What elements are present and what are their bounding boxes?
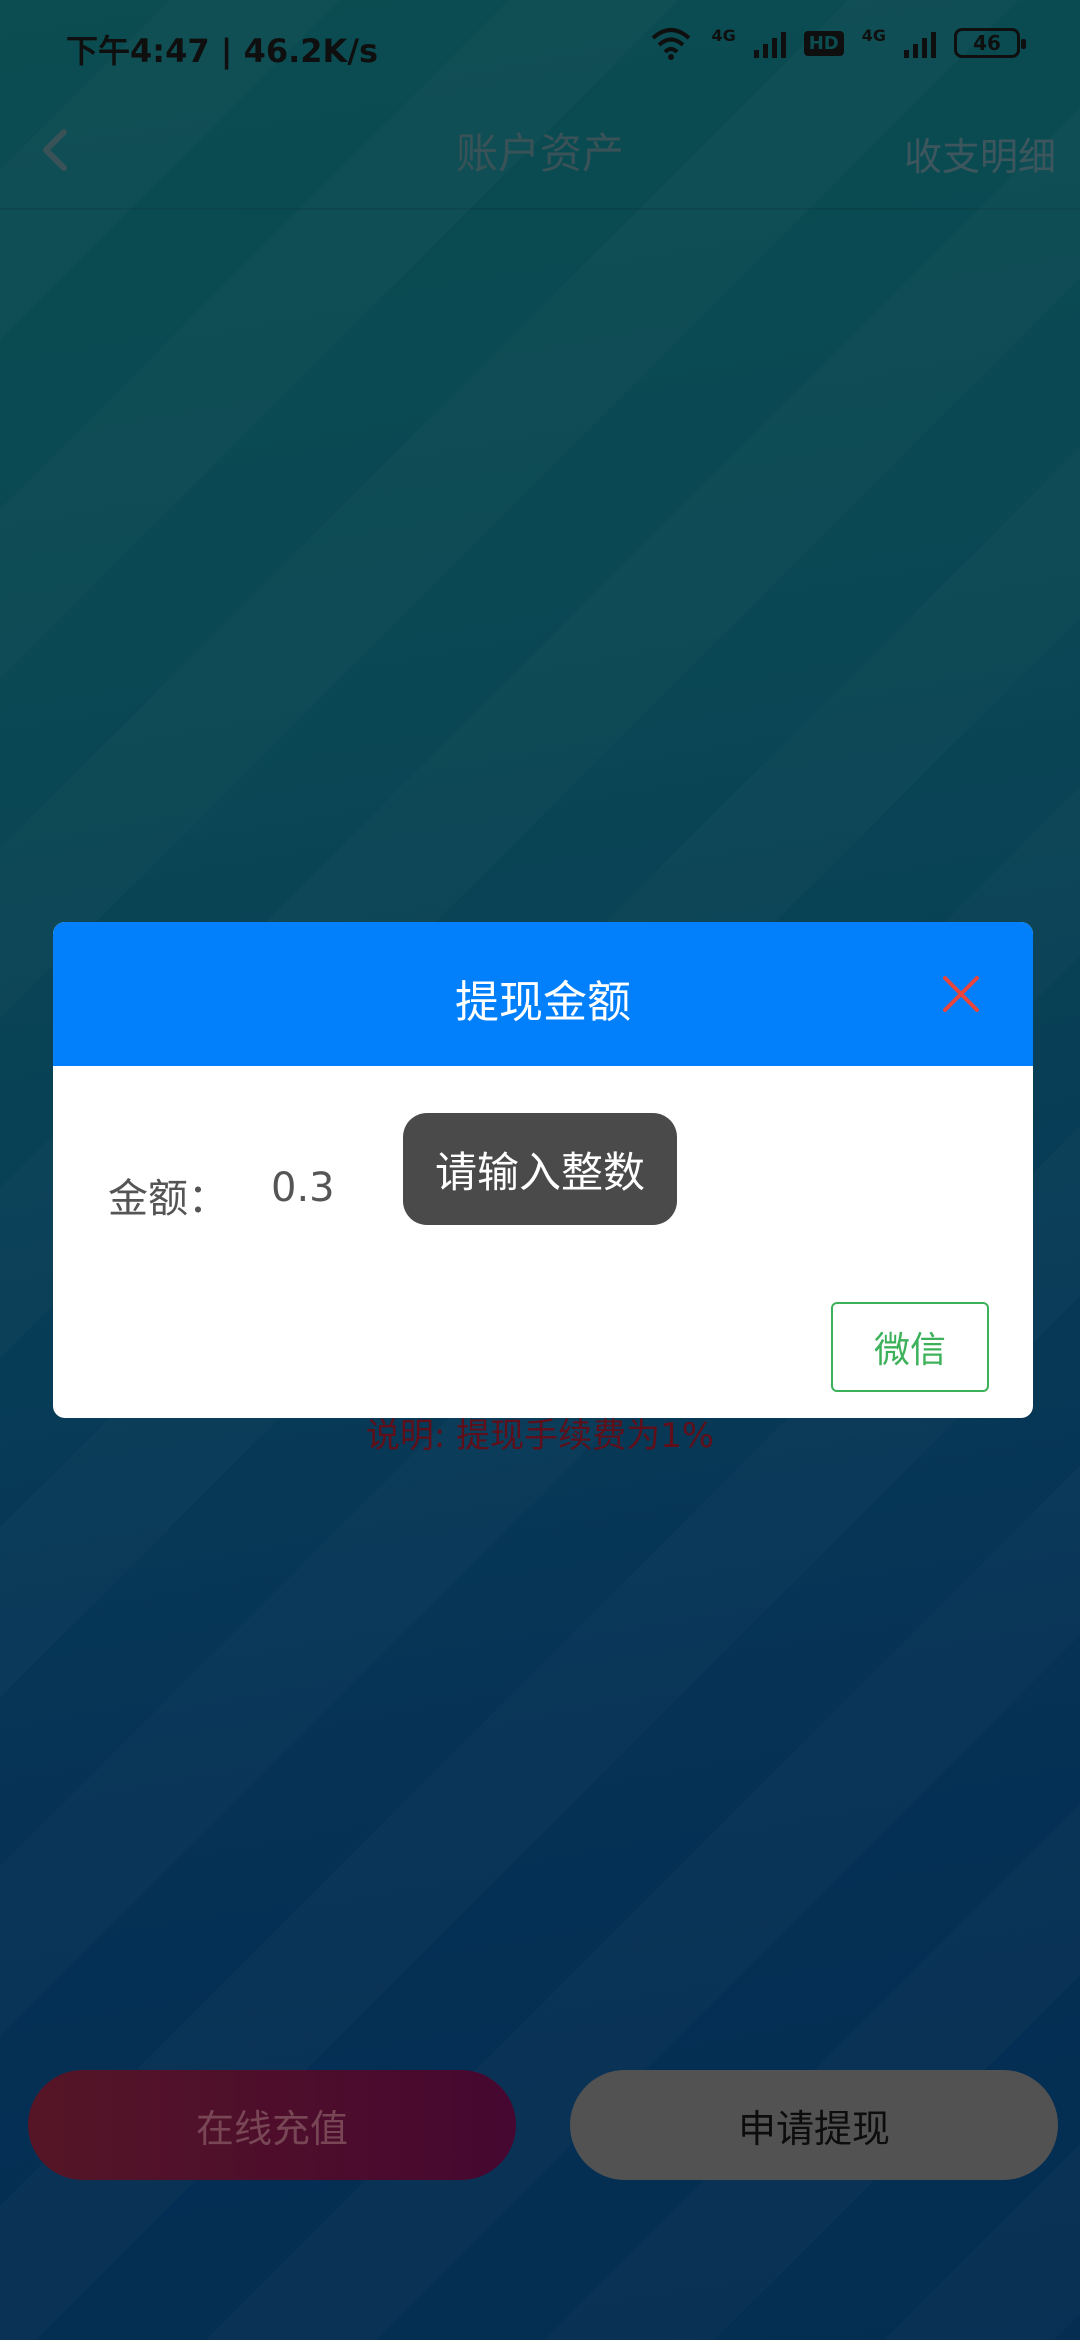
amount-label: 金额： [108,1176,228,1222]
toast-message: 请输入整数 [403,1113,677,1225]
dialog-title: 提现金额 [455,977,631,1028]
dialog-header: 提现金额 [53,922,1033,1066]
wechat-button[interactable]: 微信 [831,1302,989,1392]
close-icon[interactable] [941,974,981,1014]
